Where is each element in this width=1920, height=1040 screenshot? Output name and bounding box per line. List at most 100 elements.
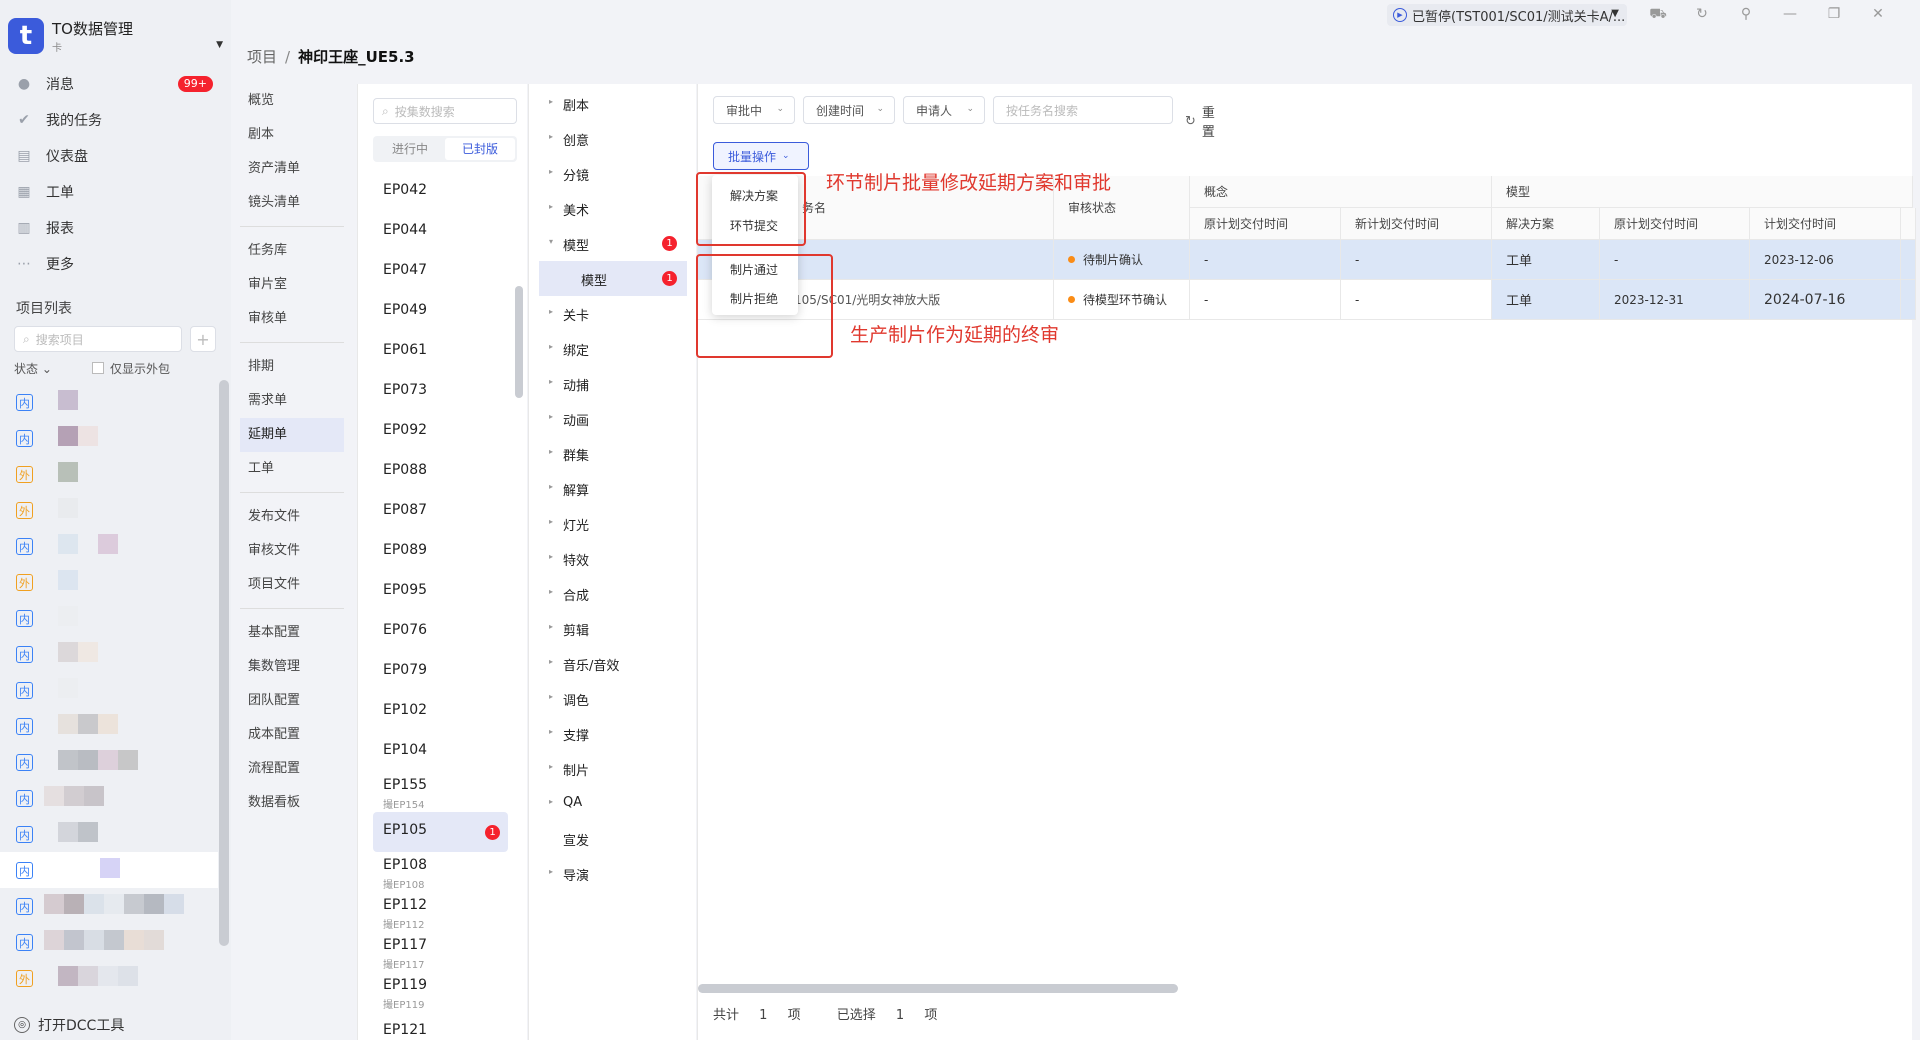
caret-down-icon[interactable]: ▾ xyxy=(549,237,553,246)
project-row[interactable]: 内 xyxy=(0,636,218,672)
close-icon[interactable]: ✕ xyxy=(1856,6,1900,24)
episode-search-input[interactable]: ⌕ 按集数搜索 xyxy=(373,98,517,124)
episode-item[interactable]: EP049 xyxy=(373,292,508,332)
add-project-button[interactable]: + xyxy=(190,326,216,352)
menu-item-team-config[interactable]: 团队配置 xyxy=(240,684,344,718)
tab-in-progress[interactable]: 进行中 xyxy=(375,138,445,160)
menu-item-review-room[interactable]: 审片室 xyxy=(240,268,344,302)
stage-item[interactable]: ▸ 特效 xyxy=(539,541,687,576)
caret-right-icon[interactable]: ▸ xyxy=(549,377,553,386)
stage-item[interactable]: ▸ QA xyxy=(539,786,687,821)
status-filter-dropdown[interactable]: 状态 ⌄ xyxy=(14,360,52,377)
caret-right-icon[interactable]: ▸ xyxy=(549,307,553,316)
episode-item[interactable]: EP061 xyxy=(373,332,508,372)
stage-item[interactable]: ▸ 美术 xyxy=(539,191,687,226)
episode-item[interactable]: EP087 xyxy=(373,492,508,532)
menu-item-script[interactable]: 剧本 xyxy=(240,118,344,152)
menu-item-requests[interactable]: 需求单 xyxy=(240,384,344,418)
episode-scrollbar[interactable] xyxy=(515,286,523,398)
playback-status-dropdown[interactable]: ▶ 已暂停(TST001/SC01/测试关卡A/... ▼ xyxy=(1387,4,1627,26)
caret-right-icon[interactable]: ▸ xyxy=(549,657,553,666)
caret-right-icon[interactable]: ▸ xyxy=(549,97,553,106)
caret-right-icon[interactable]: ▸ xyxy=(549,587,553,596)
episode-item[interactable]: EP088 xyxy=(373,452,508,492)
tab-locked[interactable]: 已封版 xyxy=(445,138,515,160)
episode-item[interactable]: EP108 撮EP108 xyxy=(373,852,508,892)
caret-down-icon[interactable]: ▼ xyxy=(216,40,223,50)
project-row[interactable]: 内 xyxy=(0,420,218,456)
nav-item-more[interactable]: ⋯ 更多 xyxy=(0,246,231,282)
caret-right-icon[interactable]: ▸ xyxy=(549,797,553,806)
episode-item[interactable]: EP155 撮EP154 xyxy=(373,772,508,812)
nav-item-reports[interactable]: ▥ 报表 xyxy=(0,210,231,246)
caret-right-icon[interactable]: ▸ xyxy=(549,867,553,876)
episode-item[interactable]: EP044 xyxy=(373,212,508,252)
caret-right-icon[interactable]: ▸ xyxy=(549,202,553,211)
pin-icon[interactable]: ⚲ xyxy=(1724,6,1768,24)
task-name-search-input[interactable]: 按任务名搜索 xyxy=(993,96,1173,124)
caret-right-icon[interactable]: ▸ xyxy=(549,447,553,456)
stage-item[interactable]: ▸ 剪辑 xyxy=(539,611,687,646)
stage-item[interactable]: ▸ 导演 xyxy=(539,856,687,891)
breadcrumb-root[interactable]: 项目 xyxy=(247,48,277,66)
caret-right-icon[interactable]: ▸ xyxy=(549,412,553,421)
project-row[interactable]: 内 xyxy=(0,888,218,924)
episode-item[interactable]: EP047 xyxy=(373,252,508,292)
stage-item[interactable]: ▸ 制片 xyxy=(539,751,687,786)
menu-item-review-sheet[interactable]: 审核单 xyxy=(240,302,344,336)
sidebar-scrollbar[interactable] xyxy=(219,380,229,946)
project-row[interactable]: 内 xyxy=(0,708,218,744)
caret-right-icon[interactable]: ▸ xyxy=(549,342,553,351)
stage-item[interactable]: ▸ 动画 xyxy=(539,401,687,436)
menu-item-published-files[interactable]: 发布文件 xyxy=(240,500,344,534)
restore-icon[interactable]: ❐ xyxy=(1812,6,1856,24)
menu-item-delay-sheet[interactable]: 延期单 xyxy=(240,418,344,452)
refresh-icon[interactable]: ↻ xyxy=(1680,6,1724,24)
caret-right-icon[interactable]: ▸ xyxy=(549,132,553,141)
episode-item[interactable]: EP117 撮EP117 xyxy=(373,932,508,972)
stage-item[interactable]: ▸ 群集 xyxy=(539,436,687,471)
nav-item-dashboard[interactable]: ▤ 仪表盘 xyxy=(0,138,231,174)
episode-item[interactable]: EP095 xyxy=(373,572,508,612)
reset-button[interactable]: ↻ 重置 xyxy=(1185,102,1215,140)
project-row[interactable]: 外 xyxy=(0,456,218,492)
menu-item-project-files[interactable]: 项目文件 xyxy=(240,568,344,602)
caret-right-icon[interactable]: ▸ xyxy=(549,552,553,561)
cell-model-solution[interactable]: 工单 xyxy=(1492,240,1600,280)
stage-item[interactable]: ▸ 分镜 xyxy=(539,156,687,191)
stage-item[interactable]: ▸ 音乐/音效 xyxy=(539,646,687,681)
project-row[interactable]: 内 xyxy=(0,384,218,420)
caret-right-icon[interactable]: ▸ xyxy=(549,692,553,701)
project-row[interactable]: 内 xyxy=(0,816,218,852)
episode-item[interactable]: EP079 xyxy=(373,652,508,692)
project-row[interactable]: 内 xyxy=(0,924,218,960)
stage-item[interactable]: ▸ 解算 xyxy=(539,471,687,506)
project-row[interactable]: 内 xyxy=(0,672,218,708)
stage-item[interactable]: ▸ 创意 xyxy=(539,121,687,156)
project-row[interactable]: 外 xyxy=(0,492,218,528)
menu-item-workflow-config[interactable]: 流程配置 xyxy=(240,752,344,786)
only-outsourced-checkbox[interactable] xyxy=(92,362,104,374)
menu-item-schedule[interactable]: 排期 xyxy=(240,350,344,384)
app-switcher[interactable]: t TO数据管理 卡 ▼ xyxy=(8,18,223,58)
project-row[interactable]: 内 xyxy=(0,528,218,564)
episode-item[interactable]: EP104 xyxy=(373,732,508,772)
stage-item[interactable]: ▸ 合成 xyxy=(539,576,687,611)
menu-item-episode-management[interactable]: 集数管理 xyxy=(240,650,344,684)
table-horizontal-scrollbar[interactable] xyxy=(698,984,1178,993)
created-time-filter-select[interactable]: 创建时间 ⌄ xyxy=(803,96,895,124)
episode-item[interactable]: EP092 xyxy=(373,412,508,452)
episode-item[interactable]: EP076 xyxy=(373,612,508,652)
applicant-filter-select[interactable]: 申请人 ⌄ xyxy=(903,96,985,124)
minimize-icon[interactable]: — xyxy=(1768,6,1812,24)
menu-item-shot-list[interactable]: 镜头清单 xyxy=(240,186,344,220)
nav-item-messages[interactable]: ● 消息 99+ xyxy=(0,66,231,102)
project-row[interactable]: 外 xyxy=(0,564,218,600)
episode-item[interactable]: EP102 xyxy=(373,692,508,732)
caret-right-icon[interactable]: ▸ xyxy=(549,167,553,176)
tray-icon[interactable]: ⛟ xyxy=(1636,6,1680,24)
menu-item-asset-list[interactable]: 资产清单 xyxy=(240,152,344,186)
project-row[interactable]: 内 xyxy=(0,600,218,636)
project-row-selected[interactable]: 内 xyxy=(0,852,218,888)
project-row[interactable]: 内 xyxy=(0,744,218,780)
